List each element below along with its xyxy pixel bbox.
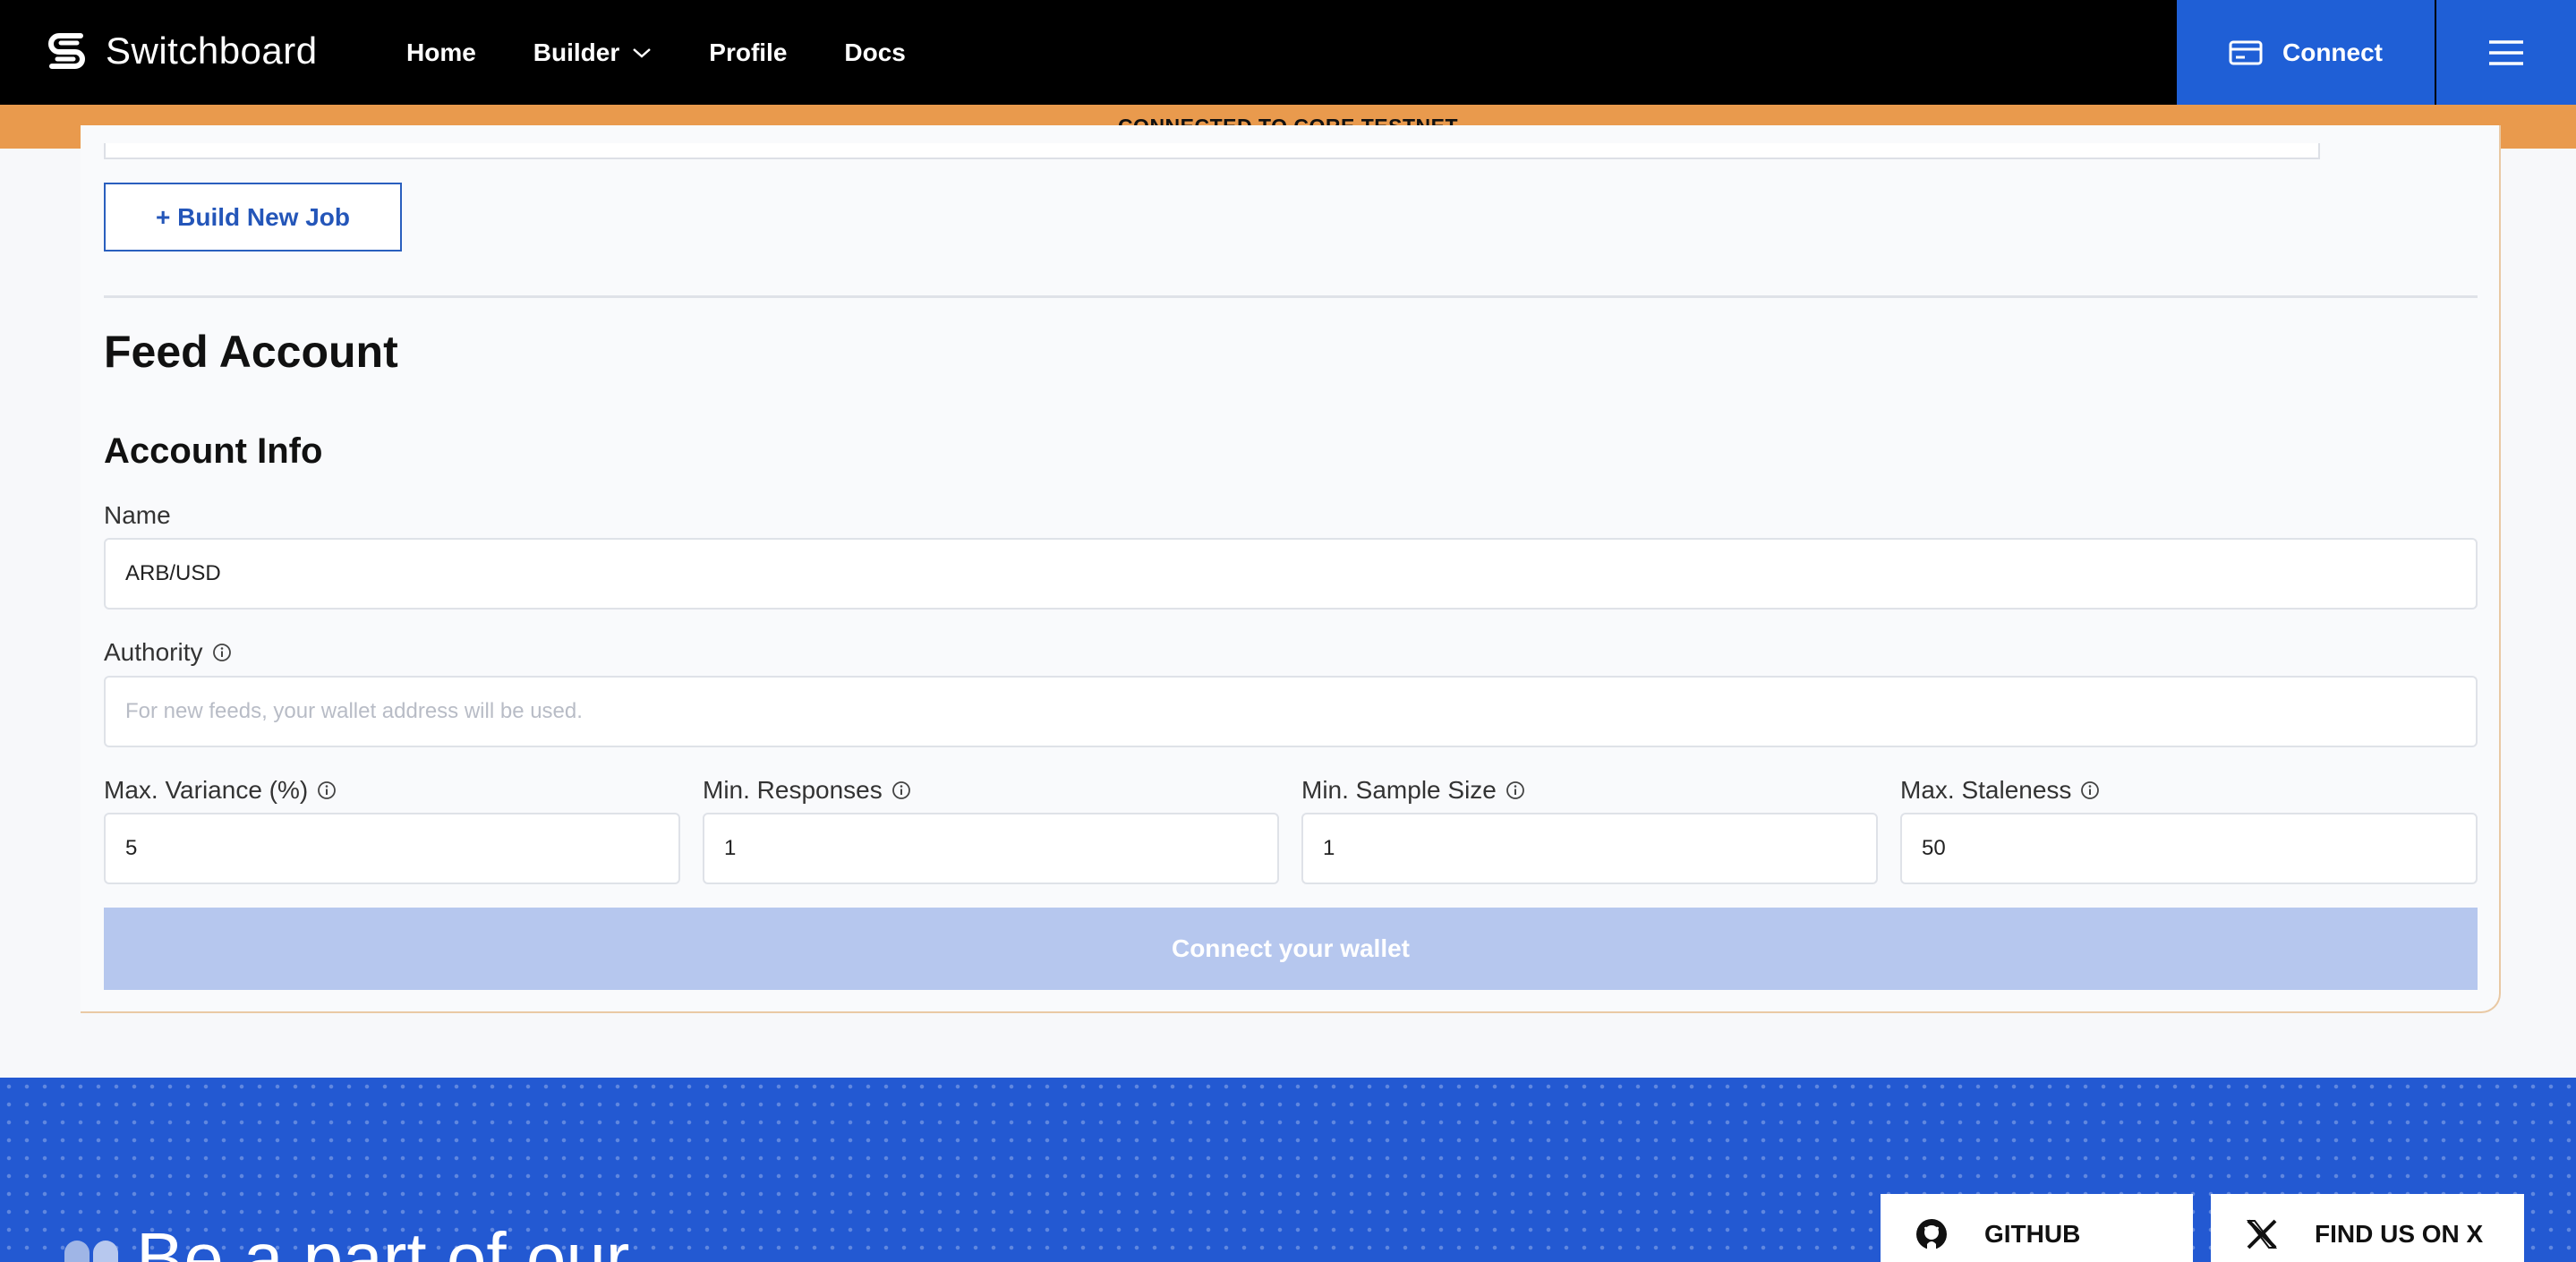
main-nav: Home Builder Profile Docs (406, 0, 906, 105)
job-list-field (104, 143, 2320, 159)
github-label: GITHUB (1984, 1220, 2081, 1248)
switchboard-logo-icon (48, 33, 85, 69)
nav-profile[interactable]: Profile (709, 38, 787, 67)
section-divider (104, 295, 2478, 298)
name-label: Name (104, 501, 171, 530)
connect-your-wallet-button[interactable]: Connect your wallet (104, 908, 2478, 990)
authority-input[interactable] (104, 676, 2478, 747)
nav-docs[interactable]: Docs (844, 38, 905, 67)
menu-button[interactable] (2436, 0, 2576, 105)
connect-wallet-button[interactable]: Connect (2177, 0, 2435, 105)
max-staleness-label: Max. Staleness (1900, 776, 2100, 805)
community-heading-text: Be a part of our (136, 1218, 630, 1262)
name-label-text: Name (104, 501, 171, 529)
brand-name: Switchboard (106, 30, 318, 72)
info-icon[interactable] (891, 780, 911, 800)
min-responses-input[interactable] (703, 813, 1279, 884)
info-icon[interactable] (2080, 780, 2100, 800)
info-icon[interactable] (1506, 780, 1525, 800)
x-logo-icon (2246, 1219, 2278, 1249)
min-sample-size-label: Min. Sample Size (1301, 776, 1525, 805)
hamburger-menu-icon (2489, 39, 2523, 65)
brand-home-link[interactable]: Switchboard (45, 29, 318, 73)
max-variance-input[interactable] (104, 813, 680, 884)
min-sample-size-label-text: Min. Sample Size (1301, 776, 1497, 804)
max-variance-label-text: Max. Variance (%) (104, 776, 309, 804)
max-staleness-input[interactable] (1900, 813, 2478, 884)
x-link[interactable]: FIND US ON X (2211, 1194, 2524, 1262)
max-variance-label: Max. Variance (%) (104, 776, 337, 805)
top-navbar: Switchboard Home Builder Profile Docs Co… (0, 0, 2576, 105)
account-info-heading: Account Info (104, 431, 323, 471)
connect-label: Connect (2282, 38, 2383, 66)
info-icon[interactable] (212, 643, 232, 662)
community-footer: Be a part of our GITHUB FIND US ON X (0, 1078, 2576, 1262)
max-staleness-label-text: Max. Staleness (1900, 776, 2072, 804)
github-icon (1916, 1219, 1947, 1249)
nav-builder-label: Builder (533, 38, 620, 66)
chevron-down-icon (633, 47, 652, 58)
min-responses-label: Min. Responses (703, 776, 911, 805)
feed-account-heading: Feed Account (104, 327, 398, 377)
info-icon[interactable] (317, 780, 337, 800)
authority-label-text: Authority (104, 638, 203, 666)
nav-builder[interactable]: Builder (533, 38, 652, 67)
build-new-job-button[interactable]: + Build New Job (104, 183, 402, 252)
authority-label: Authority (104, 638, 232, 667)
github-link[interactable]: GITHUB (1881, 1194, 2193, 1262)
community-people-icon (64, 1241, 118, 1262)
name-input[interactable] (104, 538, 2478, 610)
community-heading: Be a part of our (61, 1217, 629, 1262)
wallet-card-icon (2229, 40, 2263, 64)
nav-home[interactable]: Home (406, 38, 476, 67)
x-label: FIND US ON X (2315, 1220, 2484, 1248)
min-sample-size-input[interactable] (1301, 813, 1878, 884)
min-responses-label-text: Min. Responses (703, 776, 883, 804)
